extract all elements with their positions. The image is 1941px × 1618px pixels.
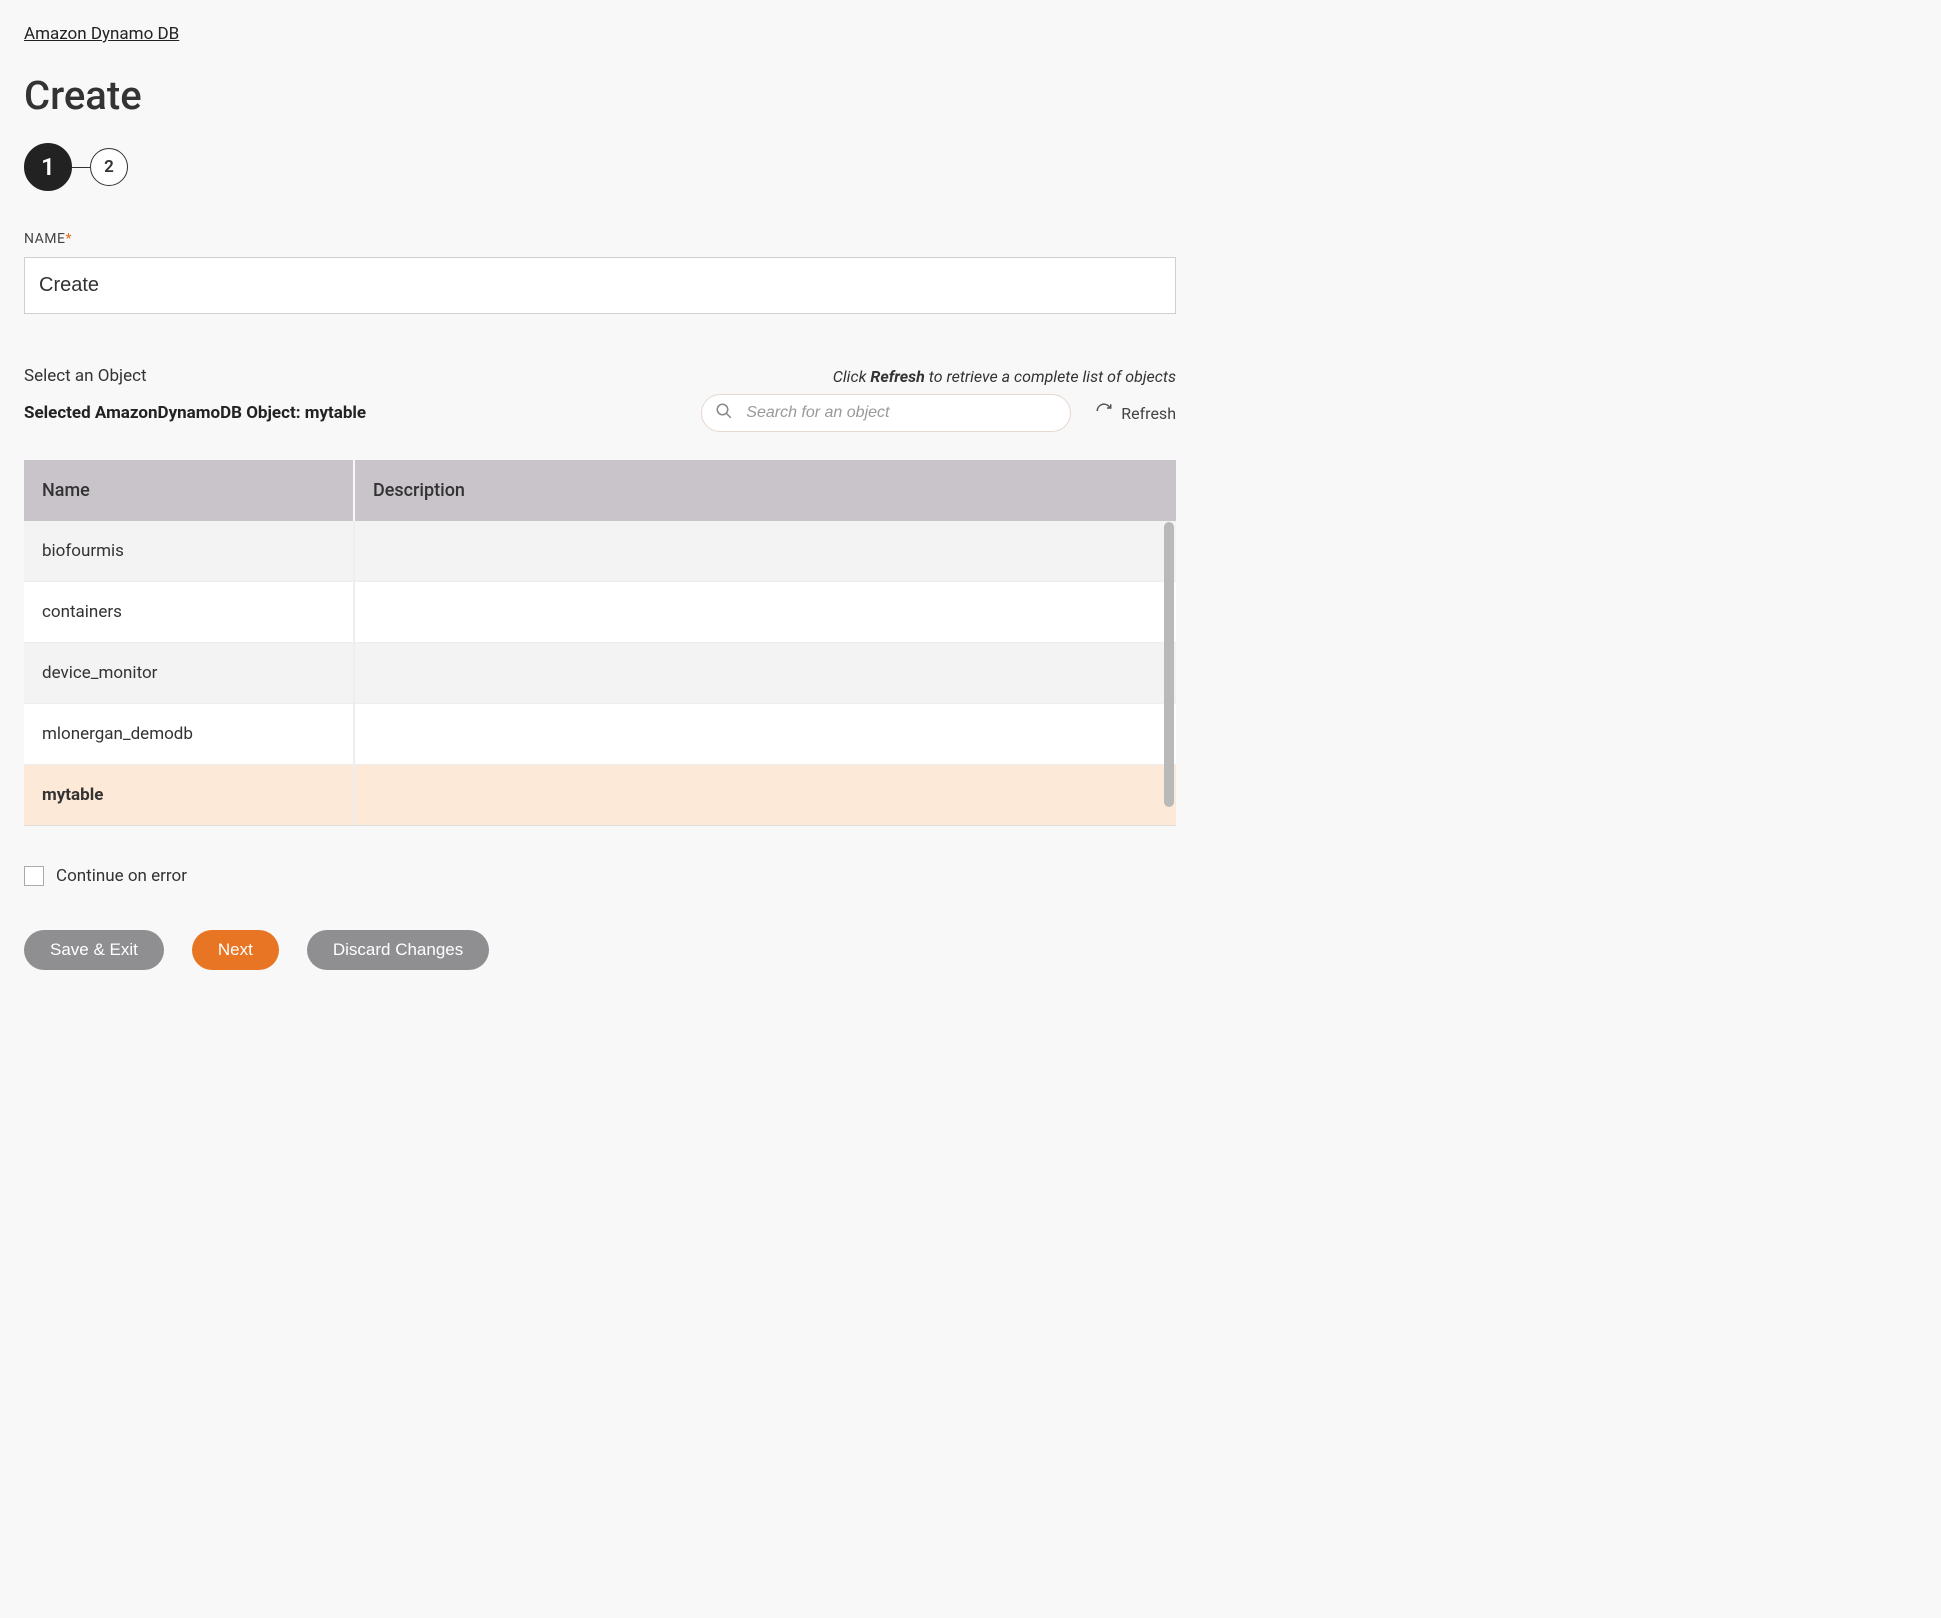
select-object-label: Select an Object — [24, 366, 147, 386]
object-table: Name Description biofourmiscontainersdev… — [24, 460, 1176, 825]
table-row[interactable]: device_monitor — [24, 643, 1176, 704]
cell-description — [354, 765, 1176, 826]
cell-description — [354, 643, 1176, 704]
cell-description — [354, 582, 1176, 643]
required-asterisk: * — [65, 231, 72, 247]
save-exit-button[interactable]: Save & Exit — [24, 930, 164, 970]
hint-pre: Click — [833, 367, 871, 386]
table-row[interactable]: mlonergan_demodb — [24, 704, 1176, 765]
breadcrumb-link[interactable]: Amazon Dynamo DB — [24, 24, 179, 44]
stepper: 1 2 — [24, 143, 1176, 191]
search-icon — [715, 402, 733, 424]
hint-post: to retrieve a complete list of objects — [925, 367, 1176, 386]
table-scrollbar[interactable] — [1162, 522, 1176, 825]
selected-object-text: Selected AmazonDynamoDB Object: mytable — [24, 403, 366, 423]
table-row[interactable]: containers — [24, 582, 1176, 643]
name-label-text: NAME — [24, 231, 65, 247]
refresh-icon — [1095, 402, 1113, 424]
object-table-container: Name Description biofourmiscontainersdev… — [24, 460, 1176, 826]
cell-name: containers — [24, 582, 354, 643]
cell-name: mlonergan_demodb — [24, 704, 354, 765]
step-connector — [72, 167, 90, 168]
continue-on-error-checkbox[interactable] — [24, 866, 44, 886]
step-2[interactable]: 2 — [90, 148, 128, 186]
cell-description — [354, 521, 1176, 582]
refresh-label: Refresh — [1121, 404, 1176, 423]
table-row[interactable]: biofourmis — [24, 521, 1176, 582]
continue-on-error-label: Continue on error — [56, 866, 187, 886]
refresh-button[interactable]: Refresh — [1095, 402, 1176, 424]
name-input[interactable] — [24, 257, 1176, 314]
name-label: NAME* — [24, 231, 1176, 247]
selected-object-value: mytable — [305, 403, 366, 423]
table-row[interactable]: mytable — [24, 765, 1176, 826]
cell-name: biofourmis — [24, 521, 354, 582]
col-header-name[interactable]: Name — [24, 460, 354, 521]
hint-bold: Refresh — [870, 367, 924, 386]
discard-changes-button[interactable]: Discard Changes — [307, 930, 489, 970]
refresh-hint: Click Refresh to retrieve a complete lis… — [833, 367, 1176, 386]
cell-name: mytable — [24, 765, 354, 826]
search-input[interactable] — [701, 394, 1071, 432]
selected-object-prefix: Selected AmazonDynamoDB Object: — [24, 403, 305, 423]
scrollbar-thumb[interactable] — [1164, 522, 1174, 807]
page-title: Create — [24, 72, 1176, 119]
cell-name: device_monitor — [24, 643, 354, 704]
col-header-description[interactable]: Description — [354, 460, 1176, 521]
cell-description — [354, 704, 1176, 765]
step-1[interactable]: 1 — [24, 143, 72, 191]
next-button[interactable]: Next — [192, 930, 279, 970]
